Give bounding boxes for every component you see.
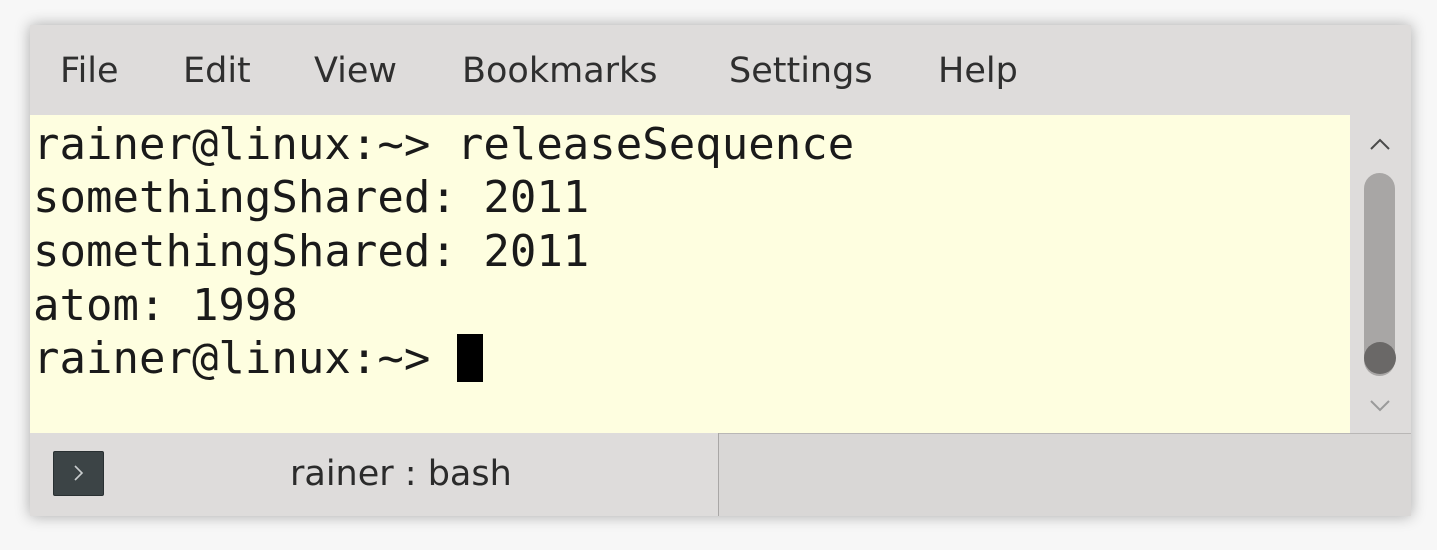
menu-help[interactable]: Help	[938, 49, 1018, 93]
terminal-line: rainer@linux:~> releaseSequence	[33, 119, 855, 170]
menu-view[interactable]: View	[314, 49, 397, 93]
menu-file[interactable]: File	[60, 49, 119, 93]
terminal-line: somethingShared: 2011	[33, 226, 590, 277]
tab-label: rainer : bash	[290, 454, 512, 494]
terminal-line: somethingShared: 2011	[33, 172, 590, 223]
terminal-prompt: rainer@linux:~>	[33, 333, 457, 384]
terminal-line: atom: 1998	[33, 280, 298, 331]
chevron-up-icon[interactable]	[1368, 133, 1392, 157]
vertical-scrollbar[interactable]	[1350, 115, 1411, 433]
menu-bar: File Edit View Bookmarks Settings Help	[30, 25, 1411, 115]
terminal-output-area[interactable]: rainer@linux:~> releaseSequence somethin…	[30, 115, 1350, 433]
menu-bookmarks[interactable]: Bookmarks	[462, 49, 658, 93]
terminal-prompt-line: rainer@linux:~>	[33, 332, 483, 386]
menu-edit[interactable]: Edit	[183, 49, 251, 93]
chevron-down-icon[interactable]	[1368, 393, 1392, 417]
terminal-prompt-icon	[53, 451, 104, 496]
tab-bar: rainer : bash	[30, 433, 1411, 516]
konsole-window: File Edit View Bookmarks Settings Help r…	[30, 25, 1411, 516]
tab-rainer-bash[interactable]: rainer : bash	[30, 433, 719, 516]
text-cursor	[456, 334, 483, 382]
menu-settings[interactable]: Settings	[729, 49, 873, 93]
scrollbar-thumb[interactable]	[1364, 342, 1396, 374]
